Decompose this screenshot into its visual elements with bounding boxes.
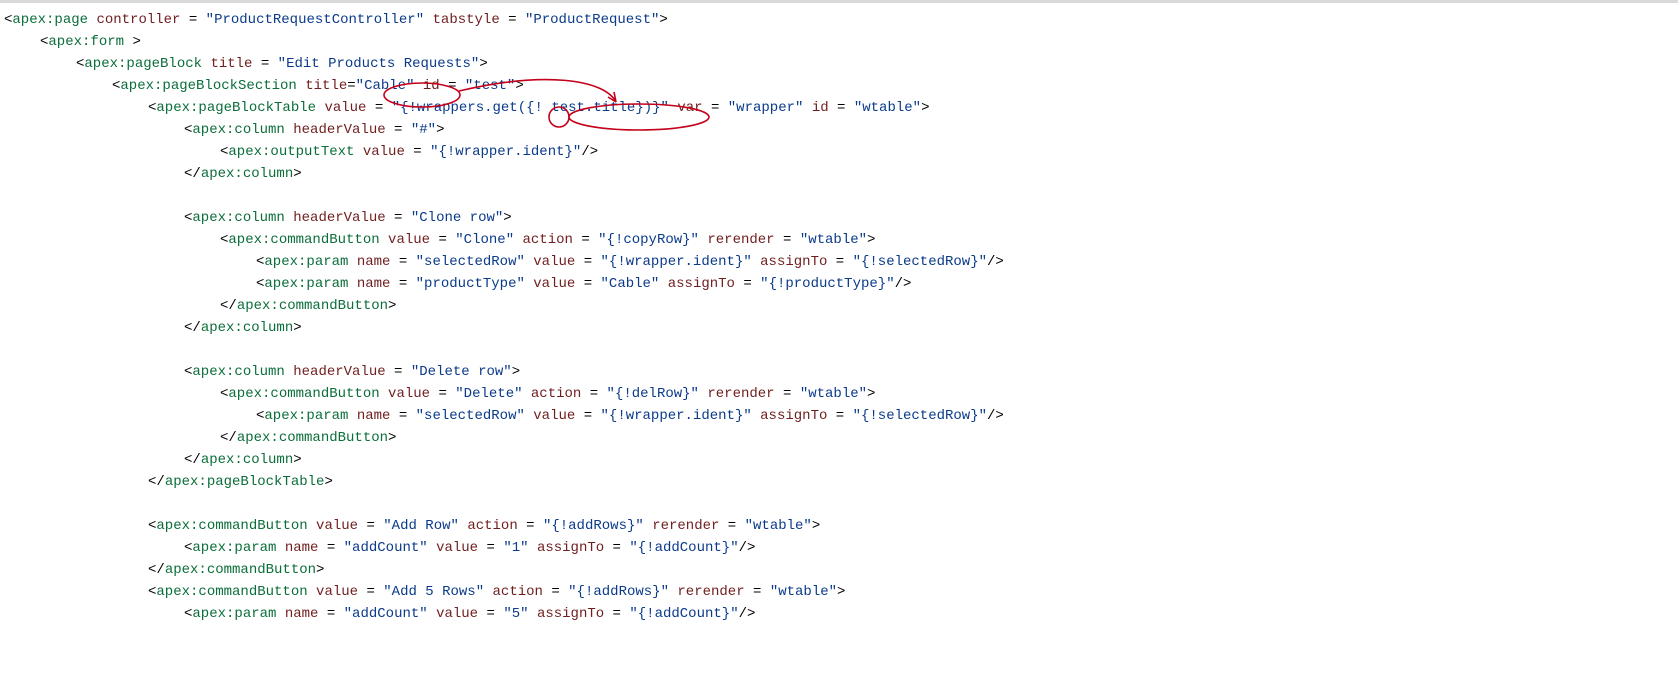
code-line: <apex:column headerValue = "Delete row"> (4, 361, 1674, 383)
code-line: <apex:param name = "selectedRow" value =… (4, 405, 1674, 427)
code-line: <apex:form > (4, 31, 1674, 53)
code-line: <apex:commandButton value = "Add 5 Rows"… (4, 581, 1674, 603)
code-line: <apex:column headerValue = "Clone row"> (4, 207, 1674, 229)
code-line: <apex:pageBlockTable value = "{!wrappers… (4, 97, 1674, 119)
code-line: </apex:pageBlockTable> (4, 471, 1674, 493)
code-line: </apex:commandButton> (4, 427, 1674, 449)
code-line: </apex:commandButton> (4, 559, 1674, 581)
code-line: <apex:column headerValue = "#"> (4, 119, 1674, 141)
code-line: <apex:outputText value = "{!wrapper.iden… (4, 141, 1674, 163)
code-line: <apex:commandButton value = "Add Row" ac… (4, 515, 1674, 537)
code-line: <apex:param name = "selectedRow" value =… (4, 251, 1674, 273)
code-line: <apex:page controller = "ProductRequestC… (4, 9, 1674, 31)
code-line: <apex:commandButton value = "Clone" acti… (4, 229, 1674, 251)
code-line: <apex:param name = "addCount" value = "5… (4, 603, 1674, 625)
code-line (4, 185, 1674, 207)
code-line: <apex:param name = "productType" value =… (4, 273, 1674, 295)
code-line: <apex:param name = "addCount" value = "1… (4, 537, 1674, 559)
code-line (4, 493, 1674, 515)
code-line: </apex:column> (4, 317, 1674, 339)
code-block: <apex:page controller = "ProductRequestC… (4, 9, 1674, 625)
code-line: </apex:column> (4, 163, 1674, 185)
code-line (4, 339, 1674, 361)
code-line: <apex:pageBlockSection title="Cable" id … (4, 75, 1674, 97)
code-line: </apex:commandButton> (4, 295, 1674, 317)
code-line: <apex:pageBlock title = "Edit Products R… (4, 53, 1674, 75)
code-line: <apex:commandButton value = "Delete" act… (4, 383, 1674, 405)
code-line: </apex:column> (4, 449, 1674, 471)
